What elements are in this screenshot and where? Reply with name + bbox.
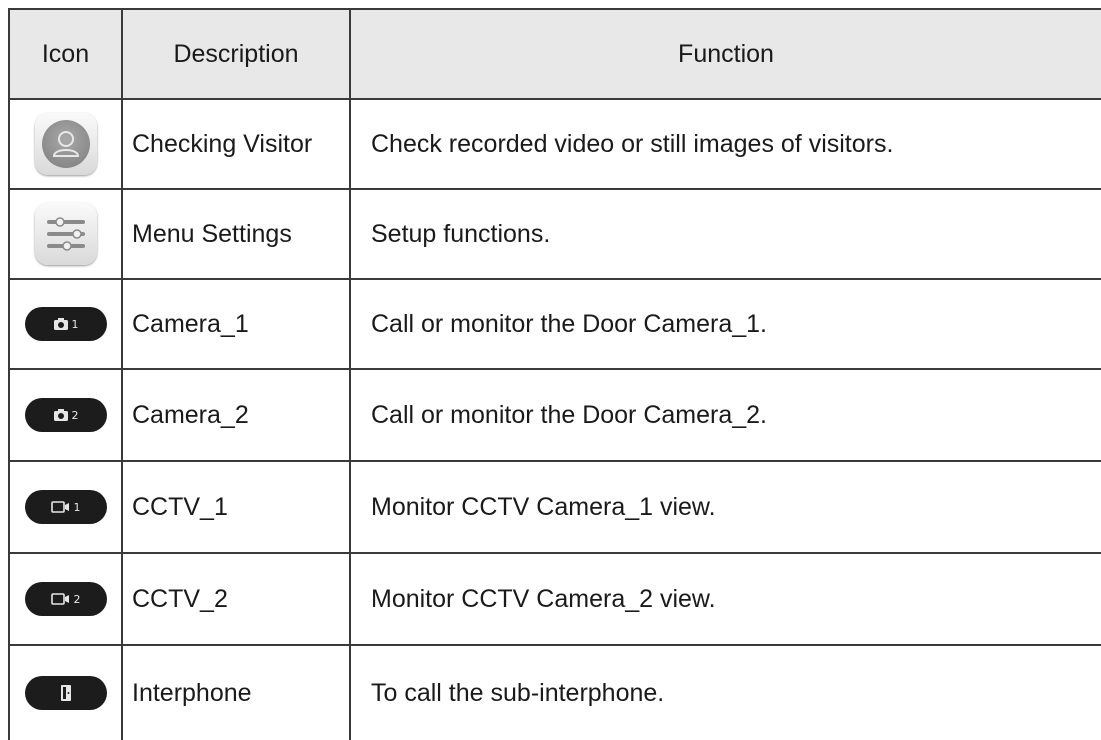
camera-2-icon[interactable]: 2 (24, 398, 107, 432)
menu-settings-icon[interactable] (34, 203, 97, 265)
table-row: 1 CCTV_1 Monitor CCTV Camera_1 view. (8, 462, 1101, 554)
description-cell: Camera_1 (123, 280, 351, 368)
function-cell: Setup functions. (371, 219, 551, 248)
table-row: Checking Visitor Check recorded video or… (8, 100, 1101, 190)
header-icon: Icon (8, 10, 123, 98)
description-cell: CCTV_2 (123, 554, 351, 644)
function-cell: Check recorded video or still images of … (371, 129, 894, 158)
table-row: Menu Settings Setup functions. (8, 190, 1101, 280)
description-cell: Interphone (123, 646, 351, 740)
table-row: 2 CCTV_2 Monitor CCTV Camera_2 view. (8, 554, 1101, 646)
table-row: Interphone To call the sub-interphone. (8, 646, 1101, 740)
function-cell: Call or monitor the Door Camera_2. (371, 400, 767, 429)
description-cell: Checking Visitor (123, 100, 351, 188)
table-row: 1 Camera_1 Call or monitor the Door Came… (8, 280, 1101, 370)
function-cell: Monitor CCTV Camera_1 view. (371, 492, 716, 521)
checking-visitor-icon[interactable] (34, 113, 97, 175)
function-cell: Call or monitor the Door Camera_1. (371, 309, 767, 338)
interphone-icon[interactable] (24, 676, 107, 710)
header-description: Description (123, 10, 351, 98)
cctv-1-icon[interactable]: 1 (24, 490, 107, 524)
description-cell: Menu Settings (123, 190, 351, 278)
header-function: Function (678, 39, 774, 68)
table-header-row: Icon Description Function (8, 8, 1101, 100)
cctv-2-icon[interactable]: 2 (24, 582, 107, 616)
function-cell: To call the sub-interphone. (371, 678, 665, 707)
function-cell: Monitor CCTV Camera_2 view. (371, 584, 716, 613)
description-cell: Camera_2 (123, 370, 351, 460)
camera-1-icon[interactable]: 1 (24, 307, 107, 341)
table-row: 2 Camera_2 Call or monitor the Door Came… (8, 370, 1101, 462)
description-cell: CCTV_1 (123, 462, 351, 552)
icon-function-table: Icon Description Function Checking Visit… (8, 8, 1101, 740)
